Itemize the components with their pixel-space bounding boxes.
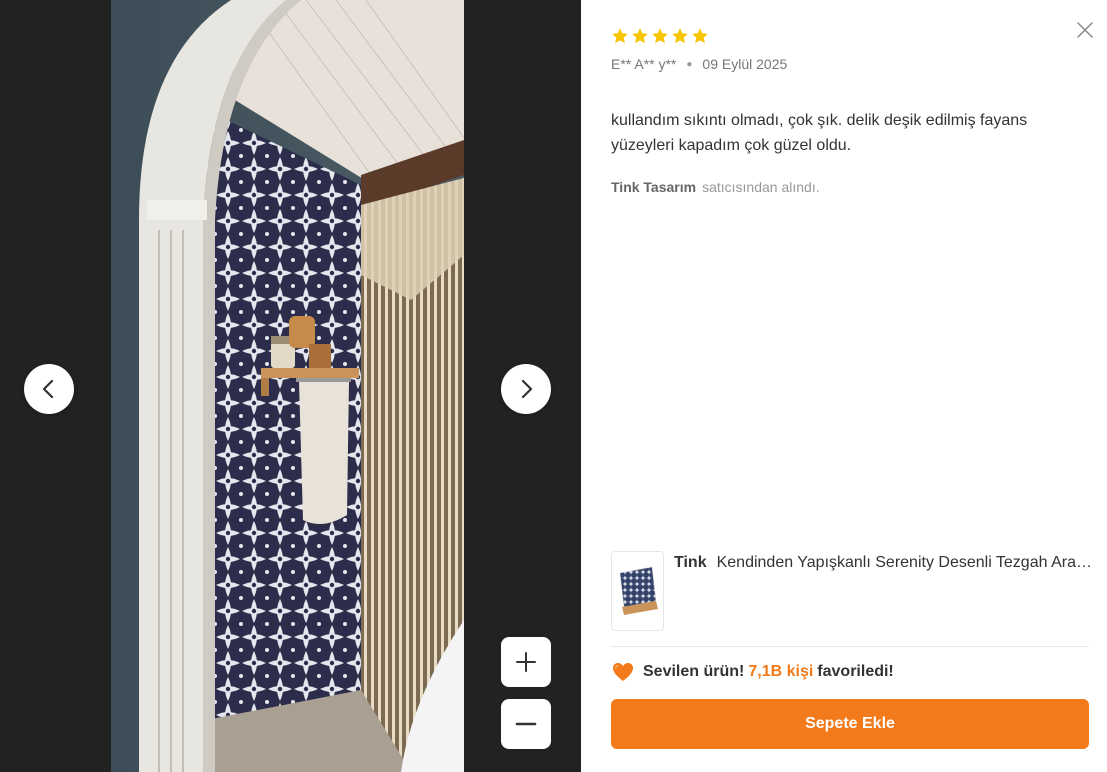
close-icon: [1077, 22, 1093, 38]
product-thumbnail[interactable]: [611, 551, 664, 631]
seller-info: Tink Tasarım satıcısından alındı.: [611, 179, 820, 195]
separator-dot: ●: [686, 58, 693, 70]
product-card[interactable]: Tink Kendinden Yapışkanlı Serenity Desenl…: [611, 551, 1094, 631]
chevron-right-icon: [521, 379, 533, 399]
plus-icon: [516, 652, 536, 672]
review-meta: E** A** y** ● 09 Eylül 2025: [611, 56, 787, 72]
review-author: E** A** y**: [611, 56, 677, 72]
next-image-button[interactable]: [501, 364, 551, 414]
favorite-count: 7,1B kişi: [748, 663, 814, 680]
divider: [611, 646, 1089, 647]
star-icon: [612, 28, 628, 44]
review-comment: kullandım sıkıntı olmadı, çok şık. delik…: [611, 112, 1028, 154]
add-to-cart-button[interactable]: Sepete Ekle: [611, 699, 1089, 749]
rating-stars: [611, 27, 709, 45]
minus-icon: [515, 722, 537, 726]
star-icon: [632, 28, 648, 44]
zoom-in-button[interactable]: [501, 637, 551, 687]
review-panel: E** A** y** ● 09 Eylül 2025 kullandım sı…: [581, 0, 1107, 772]
product-brand: Tink: [674, 554, 707, 571]
review-date: 09 Eylül 2025: [702, 56, 788, 72]
favorite-suffix: favoriledi!: [817, 663, 894, 680]
zoom-out-button[interactable]: [501, 699, 551, 749]
favorite-info: Sevilen ürün! 7,1B kişi favoriledi!: [611, 660, 894, 684]
close-button[interactable]: [1075, 20, 1095, 40]
product-name: Kendinden Yapışkanlı Serenity Desenli Te…: [716, 554, 1094, 571]
star-icon: [672, 28, 688, 44]
seller-name[interactable]: Tink Tasarım: [611, 179, 696, 195]
seller-suffix: satıcısından alındı.: [702, 179, 820, 195]
chevron-left-icon: [42, 379, 54, 399]
star-icon: [692, 28, 708, 44]
image-viewer: [0, 0, 581, 772]
favorite-label: Sevilen ürün!: [643, 663, 745, 680]
review-photo: [111, 0, 464, 772]
product-title[interactable]: Tink Kendinden Yapışkanlı Serenity Desenl…: [674, 553, 1094, 573]
star-icon: [652, 28, 668, 44]
heart-icon: [613, 663, 633, 681]
previous-image-button[interactable]: [24, 364, 74, 414]
